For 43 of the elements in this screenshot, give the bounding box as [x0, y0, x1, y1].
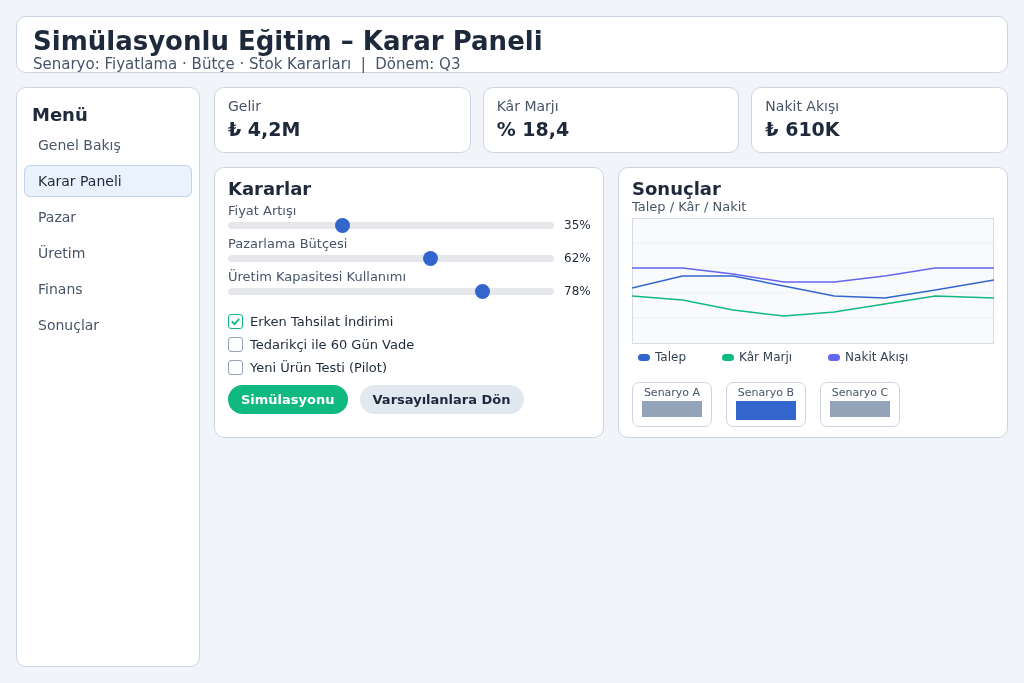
sidebar-item[interactable]: Genel Bakış: [24, 129, 192, 161]
kpi-label: Gelir: [228, 98, 262, 114]
kpi-label: Nakit Akışı: [765, 98, 841, 114]
sidebar-item[interactable]: Sonuçlar: [24, 309, 192, 341]
slider-label: Fiyat Artışı: [228, 203, 298, 218]
checkbox-label: Tedarikçi ile 60 Gün Vade: [250, 337, 415, 352]
slider-thumb[interactable]: [423, 250, 439, 266]
legend-label: Kâr Marjı: [739, 350, 793, 364]
scenario-label: Senaryo C: [831, 386, 889, 399]
checkbox-label: Yeni Ürün Testi (Pilot): [250, 360, 387, 375]
page-subtitle: Senaryo: Fiyatlama · Bütçe · Stok Kararları | Dönem: Q3: [33, 55, 462, 73]
slider-thumb[interactable]: [475, 283, 491, 299]
slider-thumb[interactable]: [335, 217, 351, 233]
scenario-card[interactable]: Senaryo B: [726, 382, 806, 427]
slider-value: 62%: [564, 251, 590, 265]
check-icon: [230, 316, 241, 327]
legend-label: Nakit Akışı: [845, 350, 909, 364]
scenario-label: Senaryo A: [643, 386, 701, 399]
scenario-card[interactable]: Senaryo A: [632, 382, 712, 427]
kpi-value: ₺ 610K: [765, 118, 841, 140]
checkbox[interactable]: [228, 337, 243, 352]
checkbox[interactable]: [228, 360, 243, 375]
slider-value: 78%: [564, 284, 590, 298]
kpi-value: % 18,4: [496, 118, 571, 140]
sidebar-title: Menü: [31, 104, 89, 125]
reset-button[interactable]: Varsayılanlara Dön: [359, 385, 524, 414]
checkbox[interactable]: [228, 314, 243, 329]
sidebar-item[interactable]: Finans: [24, 273, 192, 305]
sidebar-item[interactable]: Pazar: [24, 201, 192, 233]
scenario-label: Senaryo B: [737, 386, 795, 399]
panel-title: Kararlar: [228, 178, 313, 199]
kpi-label: Kâr Marjı: [496, 98, 560, 114]
scenario-card[interactable]: Senaryo C: [820, 382, 900, 427]
slider-label: Pazarlama Bütçesi: [228, 236, 349, 251]
kpi-value: ₺ 4,2M: [228, 118, 302, 140]
legend-label: Talep: [655, 350, 687, 364]
sidebar-item[interactable]: Üretim: [24, 237, 192, 269]
chart-subtitle: Talep / Kâr / Nakit: [632, 199, 748, 214]
slider-value: 35%: [564, 218, 590, 232]
panel-title: Sonuçlar: [632, 178, 722, 199]
sidebar-item[interactable]: Karar Paneli: [24, 165, 192, 197]
checkbox-label: Erken Tahsilat İndirimi: [250, 314, 394, 329]
slider-label: Üretim Kapasitesi Kullanımı: [228, 269, 407, 284]
